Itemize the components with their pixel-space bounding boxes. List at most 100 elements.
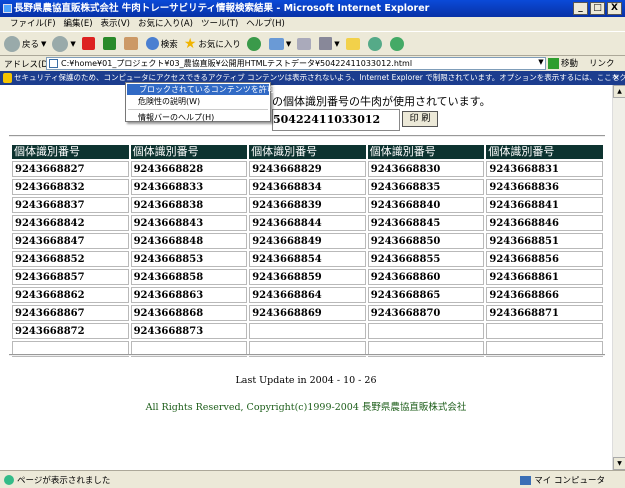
address-input[interactable]: C:¥home¥01_プロジェクト¥03_農協直販¥公開用HTMLテストデータ¥… — [46, 57, 546, 70]
infobar-text: セキュリティ保護のため、コンピュータにアクセスできるアクティブ コンテンツは表示… — [14, 73, 625, 82]
menu-view[interactable]: 表示(V) — [97, 17, 134, 31]
mail-button[interactable]: ▼ — [268, 37, 291, 50]
back-button[interactable]: 戻る ▼ — [4, 35, 47, 52]
id-number-table: 個体識別番号 個体識別番号 個体識別番号 個体識別番号 個体識別番号 924366882… — [10, 143, 605, 359]
menu-item-allow-blocked-content[interactable]: ブロックされているコンテンツを許可(A)... — [127, 84, 294, 95]
divider — [9, 354, 605, 356]
menu-file[interactable]: ファイル(F) — [6, 17, 60, 31]
id-number-cell: 9243668855 — [367, 251, 485, 267]
history-button[interactable] — [246, 36, 263, 51]
print-button[interactable]: 印 刷 — [402, 111, 438, 127]
information-bar[interactable]: セキュリティ保護のため、コンピュータにアクセスできるアクティブ コンテンツは表示… — [0, 71, 625, 85]
discuss-button[interactable] — [345, 37, 362, 50]
folder-icon — [345, 37, 360, 50]
refresh-button[interactable] — [102, 37, 118, 50]
id-value: 50422411033012 — [273, 113, 381, 126]
id-number-cell: 9243668868 — [130, 305, 248, 321]
id-number-cell: 9243668847 — [12, 233, 129, 249]
id-number-cell: 9243668828 — [130, 161, 248, 177]
research-icon — [389, 36, 404, 51]
id-number-cell: 9243668861 — [486, 269, 603, 285]
id-number-cell: 9243668854 — [249, 251, 366, 267]
menu-tools[interactable]: ツール(T) — [197, 17, 242, 31]
menu-help[interactable]: ヘルプ(H) — [242, 17, 289, 31]
id-number-cell: 9243668833 — [130, 179, 248, 195]
status-text: ページが表示されました — [17, 475, 111, 486]
id-number-cell: 9243668840 — [367, 197, 485, 213]
forward-button[interactable]: ▼ — [52, 35, 76, 52]
toolbar: 戻る ▼ ▼ 検索 ★ お気に入り ▼ ▼ — [0, 31, 625, 56]
id-number-cell: 9243668838 — [130, 197, 248, 213]
table-header-row: 個体識別番号 個体識別番号 個体識別番号 個体識別番号 個体識別番号 — [12, 145, 603, 159]
computer-icon — [520, 475, 532, 485]
close-button[interactable]: X — [607, 2, 622, 15]
zone-label: マイ コンピュータ — [534, 476, 605, 486]
id-number-cell: 9243668852 — [12, 251, 129, 267]
favorites-button[interactable]: ★ お気に入り — [184, 36, 241, 52]
table-row: 9243668842 9243668843 9243668844 9243668845… — [12, 215, 603, 231]
id-number-cell: 9243668831 — [486, 161, 603, 177]
id-number-cell: 9243668830 — [367, 161, 485, 177]
id-number-cell: 9243668859 — [249, 269, 366, 285]
menu-separator — [128, 109, 268, 110]
table-row: 9243668837 9243668838 9243668839 9243668840… — [12, 197, 603, 213]
id-number-cell: 9243668850 — [367, 233, 485, 249]
status-bar: ページが表示されました マイ コンピュータ — [0, 470, 625, 488]
id-number-cell: 9243668851 — [486, 233, 603, 249]
table-row: 9243668867 9243668868 9243668869 9243668870… — [12, 305, 603, 321]
maximize-button[interactable]: □ — [590, 2, 605, 15]
menu-edit[interactable]: 編集(E) — [60, 17, 97, 31]
id-number-cell: 9243668841 — [486, 197, 603, 213]
title-bar: 長野県農協直販株式会社 牛肉トレーサビリティ情報検索結果 - Microsoft… — [0, 0, 625, 17]
scroll-down-icon[interactable]: ▼ — [613, 457, 625, 470]
chevron-down-icon: ▼ — [41, 39, 47, 48]
table-row: 9243668852 9243668853 9243668854 9243668855… — [12, 251, 603, 267]
table-row: 9243668847 9243668848 9243668849 9243668850… — [12, 233, 603, 249]
menu-bar: ファイル(F) 編集(E) 表示(V) お気に入り(A) ツール(T) ヘルプ(… — [0, 17, 625, 31]
id-number-cell — [249, 323, 366, 339]
window-title: 長野県農協直販株式会社 牛肉トレーサビリティ情報検索結果 - Microsoft… — [14, 3, 430, 14]
id-number-cell: 9243668835 — [367, 179, 485, 195]
home-button[interactable] — [123, 37, 140, 50]
id-number-cell: 9243668858 — [130, 269, 248, 285]
usage-text: の個体識別番号の牛肉が使用されています。 — [272, 95, 491, 108]
printer-icon — [297, 37, 312, 50]
divider — [9, 135, 605, 137]
edit-button[interactable]: ▼ — [319, 37, 340, 50]
id-number-cell: 9243668863 — [130, 287, 248, 303]
table-row: 9243668827 9243668828 9243668829 9243668830… — [12, 161, 603, 177]
search-button[interactable]: 検索 — [145, 37, 178, 50]
go-button[interactable]: 移動 — [548, 57, 578, 69]
infobar-context-menu: ブロックされているコンテンツを許可(A)... 危険性の説明(W) 情報バーのヘ… — [125, 82, 294, 123]
id-number-cell: 9243668869 — [249, 305, 366, 321]
id-number-cell: 9243668860 — [367, 269, 485, 285]
links-button[interactable]: リンク — [589, 57, 615, 69]
id-number-cell: 9243668867 — [12, 305, 129, 321]
infobar-close-icon[interactable]: × — [612, 71, 620, 85]
page-icon — [49, 59, 58, 68]
stop-button[interactable] — [81, 37, 97, 50]
research-button[interactable] — [389, 36, 406, 51]
menu-favorites[interactable]: お気に入り(A) — [134, 17, 197, 31]
id-number-cell: 9243668853 — [130, 251, 248, 267]
chevron-down-icon: ▼ — [70, 39, 76, 48]
id-number-cell: 9243668842 — [12, 215, 129, 231]
print-toolbar-button[interactable] — [297, 37, 313, 50]
id-number-cell: 9243668832 — [12, 179, 129, 195]
minimize-button[interactable]: _ — [573, 2, 588, 15]
search-icon — [145, 37, 159, 50]
id-number-cell: 9243668837 — [12, 197, 129, 213]
column-header: 個体識別番号 — [249, 145, 366, 159]
id-display-box: 50422411033012 — [272, 109, 400, 131]
go-label: 移動 — [561, 59, 579, 69]
scroll-up-icon[interactable]: ▲ — [613, 85, 625, 98]
menu-item-infobar-help[interactable]: 情報バーのヘルプ(H) — [126, 112, 270, 123]
column-header: 個体識別番号 — [486, 145, 603, 159]
page-done-icon — [4, 474, 14, 485]
vertical-scrollbar[interactable]: ▲ ▼ — [612, 85, 625, 470]
address-dropdown-icon[interactable]: ▼ — [536, 58, 546, 68]
messenger-button[interactable] — [367, 36, 384, 51]
menu-item-risk-explanation[interactable]: 危険性の説明(W) — [126, 96, 270, 107]
id-number-cell: 9243668856 — [486, 251, 603, 267]
table-row: 9243668832 9243668833 9243668834 9243668835… — [12, 179, 603, 195]
